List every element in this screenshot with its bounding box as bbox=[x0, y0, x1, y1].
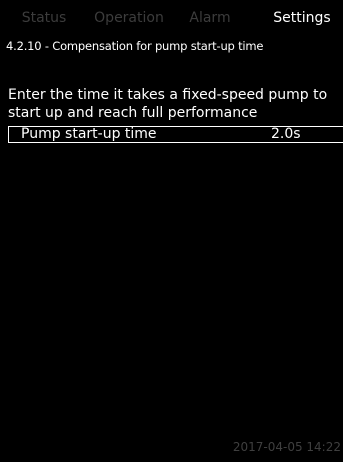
tab-status[interactable]: Status bbox=[14, 0, 74, 36]
parameter-value[interactable]: 2.0s bbox=[271, 127, 301, 142]
pump-startup-time-row[interactable]: Pump start-up time 2.0s bbox=[8, 126, 343, 143]
tab-settings[interactable]: Settings bbox=[261, 0, 343, 36]
display-screen: Status Operation Alarm Settings 4.2.10 -… bbox=[0, 0, 343, 462]
instruction-text: Enter the time it takes a fixed-speed pu… bbox=[8, 87, 328, 121]
parameter-label: Pump start-up time bbox=[21, 126, 157, 142]
tab-bar: Status Operation Alarm Settings bbox=[0, 0, 343, 36]
datetime-display: 2017-04-05 14:22 bbox=[232, 440, 341, 454]
tab-alarm[interactable]: Alarm bbox=[182, 0, 238, 36]
tab-operation[interactable]: Operation bbox=[88, 0, 170, 36]
menu-path-title: 4.2.10 - Compensation for pump start-up … bbox=[6, 39, 264, 53]
